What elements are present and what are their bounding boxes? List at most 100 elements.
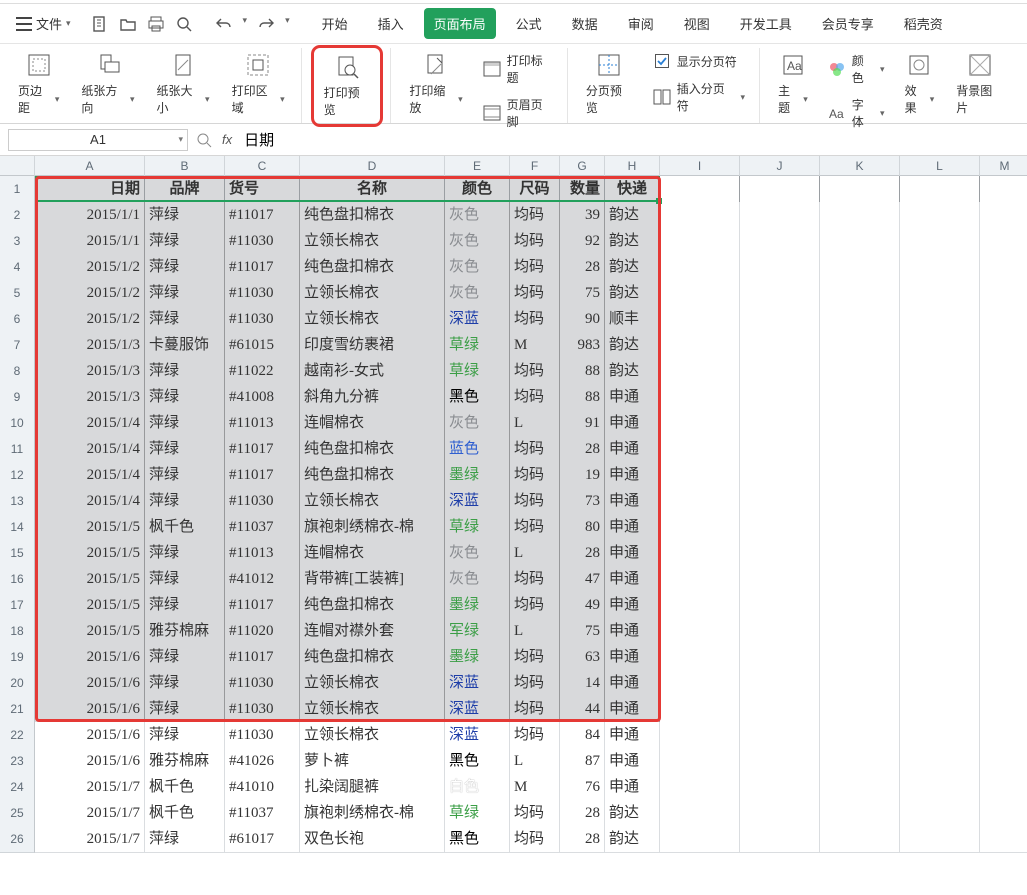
- page-break-preview-button[interactable]: 分页预览: [580, 48, 639, 120]
- data-cell[interactable]: #11030: [225, 670, 300, 697]
- data-cell[interactable]: 均码: [510, 384, 560, 411]
- empty-cell[interactable]: [980, 488, 1027, 515]
- data-cell[interactable]: 75: [560, 618, 605, 645]
- data-cell[interactable]: 萍绿: [145, 670, 225, 697]
- ribbon-tab[interactable]: 审阅: [618, 8, 664, 39]
- data-cell[interactable]: 申通: [605, 592, 660, 619]
- empty-cell[interactable]: [980, 722, 1027, 749]
- empty-cell[interactable]: [900, 228, 980, 255]
- undo-icon[interactable]: [215, 15, 233, 33]
- data-cell[interactable]: 萍绿: [145, 540, 225, 567]
- empty-cell[interactable]: [740, 514, 820, 541]
- empty-cell[interactable]: [740, 670, 820, 697]
- empty-cell[interactable]: [900, 358, 980, 385]
- header-cell[interactable]: 货号: [225, 176, 300, 203]
- data-cell[interactable]: 2015/1/4: [35, 462, 145, 489]
- data-cell[interactable]: 纯色盘扣棉衣: [300, 202, 445, 229]
- data-cell[interactable]: 立领长棉衣: [300, 670, 445, 697]
- data-cell[interactable]: L: [510, 410, 560, 437]
- data-cell[interactable]: 申通: [605, 566, 660, 593]
- empty-cell[interactable]: [980, 514, 1027, 541]
- data-cell[interactable]: 萍绿: [145, 436, 225, 463]
- data-cell[interactable]: 2015/1/5: [35, 618, 145, 645]
- data-cell[interactable]: 2015/1/4: [35, 410, 145, 437]
- data-cell[interactable]: #11037: [225, 800, 300, 827]
- empty-cell[interactable]: [980, 384, 1027, 411]
- empty-cell[interactable]: [660, 592, 740, 619]
- data-cell[interactable]: 均码: [510, 722, 560, 749]
- header-cell[interactable]: 尺码: [510, 176, 560, 203]
- empty-cell[interactable]: [900, 462, 980, 489]
- header-cell[interactable]: 日期: [35, 176, 145, 203]
- data-cell[interactable]: 萍绿: [145, 826, 225, 853]
- data-cell[interactable]: #11030: [225, 722, 300, 749]
- header-cell[interactable]: 颜色: [445, 176, 510, 203]
- empty-cell[interactable]: [660, 280, 740, 307]
- data-cell[interactable]: 深蓝: [445, 306, 510, 333]
- empty-cell[interactable]: [820, 358, 900, 385]
- empty-cell[interactable]: [980, 618, 1027, 645]
- data-cell[interactable]: 2015/1/7: [35, 826, 145, 853]
- data-cell[interactable]: 39: [560, 202, 605, 229]
- row-header[interactable]: 19: [0, 644, 35, 671]
- data-cell[interactable]: 黑色: [445, 826, 510, 853]
- data-cell[interactable]: 2015/1/1: [35, 202, 145, 229]
- empty-cell[interactable]: [740, 462, 820, 489]
- row-header[interactable]: 22: [0, 722, 35, 749]
- data-cell[interactable]: 2015/1/2: [35, 306, 145, 333]
- empty-cell[interactable]: [980, 774, 1027, 801]
- ribbon-tab[interactable]: 会员专享: [812, 8, 884, 39]
- data-cell[interactable]: 44: [560, 696, 605, 723]
- empty-cell[interactable]: [740, 384, 820, 411]
- empty-cell[interactable]: [900, 722, 980, 749]
- empty-cell[interactable]: [740, 540, 820, 567]
- row-header[interactable]: 24: [0, 774, 35, 801]
- data-cell[interactable]: 草绿: [445, 514, 510, 541]
- empty-cell[interactable]: [820, 306, 900, 333]
- column-header[interactable]: D: [300, 156, 445, 176]
- data-cell[interactable]: 2015/1/7: [35, 774, 145, 801]
- data-cell[interactable]: 韵达: [605, 202, 660, 229]
- empty-cell[interactable]: [900, 826, 980, 853]
- data-cell[interactable]: 28: [560, 540, 605, 567]
- data-cell[interactable]: 雅芬棉麻: [145, 748, 225, 775]
- data-cell[interactable]: 萍绿: [145, 410, 225, 437]
- data-cell[interactable]: 均码: [510, 358, 560, 385]
- empty-cell[interactable]: [980, 748, 1027, 775]
- empty-cell[interactable]: [900, 280, 980, 307]
- data-cell[interactable]: #11017: [225, 436, 300, 463]
- row-header[interactable]: 14: [0, 514, 35, 541]
- empty-cell[interactable]: [820, 566, 900, 593]
- data-cell[interactable]: L: [510, 748, 560, 775]
- row-header[interactable]: 15: [0, 540, 35, 567]
- data-cell[interactable]: 76: [560, 774, 605, 801]
- empty-cell[interactable]: [740, 358, 820, 385]
- column-header[interactable]: G: [560, 156, 605, 176]
- empty-cell[interactable]: [740, 722, 820, 749]
- data-cell[interactable]: 墨绿: [445, 644, 510, 671]
- preview-icon[interactable]: [175, 15, 193, 33]
- bg-image-button[interactable]: 背景图片: [950, 48, 1009, 120]
- empty-cell[interactable]: [660, 332, 740, 359]
- empty-cell[interactable]: [980, 644, 1027, 671]
- cancel-icon[interactable]: [196, 132, 212, 148]
- row-header[interactable]: 10: [0, 410, 35, 437]
- data-cell[interactable]: 纯色盘扣棉衣: [300, 462, 445, 489]
- data-cell[interactable]: 申通: [605, 488, 660, 515]
- data-cell[interactable]: 立领长棉衣: [300, 228, 445, 255]
- data-cell[interactable]: 均码: [510, 228, 560, 255]
- empty-cell[interactable]: [900, 514, 980, 541]
- empty-cell[interactable]: [660, 670, 740, 697]
- print-preview-button[interactable]: 打印预览: [314, 48, 381, 124]
- data-cell[interactable]: 草绿: [445, 332, 510, 359]
- data-cell[interactable]: 88: [560, 384, 605, 411]
- show-page-breaks-check[interactable]: 显示分页符: [649, 50, 749, 72]
- data-cell[interactable]: 2015/1/6: [35, 670, 145, 697]
- ribbon-tab[interactable]: 视图: [674, 8, 720, 39]
- data-cell[interactable]: 2015/1/2: [35, 280, 145, 307]
- empty-cell[interactable]: [980, 306, 1027, 333]
- data-cell[interactable]: 萍绿: [145, 592, 225, 619]
- data-cell[interactable]: 28: [560, 800, 605, 827]
- chevron-down-icon[interactable]: ▾: [285, 15, 290, 33]
- data-cell[interactable]: 萍绿: [145, 696, 225, 723]
